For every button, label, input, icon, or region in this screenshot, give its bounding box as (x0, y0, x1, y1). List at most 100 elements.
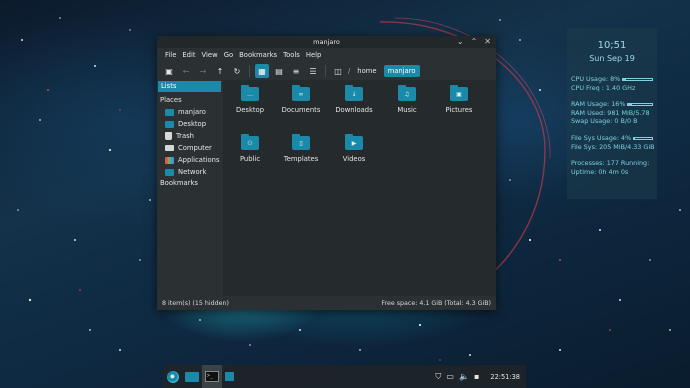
sidebar-item-label: Desktop (178, 120, 207, 128)
folder-item-videos[interactable]: ▶ Videos (327, 134, 381, 163)
places-heading: Places (160, 96, 182, 104)
folder-item-downloads[interactable]: ↓ Downloads (327, 85, 381, 114)
file-manager-window: manjaro ⌄ ⌃ ✕ File Edit View Go Bookmark… (157, 36, 496, 310)
file-manager-launcher[interactable] (182, 365, 202, 388)
compact-view-icon[interactable]: ≡ (289, 64, 303, 78)
fs-usage-bar-fill (634, 137, 635, 139)
icon-view-icon[interactable]: ▦ (255, 64, 269, 78)
folder-item-desktop[interactable]: … Desktop (223, 85, 277, 114)
back-arrow-icon[interactable]: ← (179, 64, 193, 78)
sidebar: Lists Places manjaro Desktop Trash Compu… (157, 80, 222, 296)
folder-icon (185, 371, 199, 382)
folder-label: Music (397, 106, 417, 114)
root-path-button[interactable]: / (348, 67, 350, 75)
volume-icon[interactable]: 🔈 (459, 372, 469, 381)
free-space-status: Free space: 4.1 GiB (Total: 4.3 GiB) (381, 299, 491, 307)
home-folder-icon (165, 108, 174, 116)
ram-usage-bar (627, 102, 653, 106)
sidebar-item-trash[interactable]: Trash (157, 130, 222, 142)
menu-bookmarks[interactable]: Bookmarks (236, 51, 280, 59)
close-button[interactable]: ✕ (484, 37, 491, 47)
toolbar-separator (249, 65, 250, 77)
folder-item-templates[interactable]: ▯ Templates (274, 134, 328, 163)
notification-icon[interactable]: ▪ (474, 372, 479, 381)
sidebar-item-label: Computer (178, 144, 212, 152)
downloads-folder-icon: ↓ (345, 85, 363, 101)
documents-folder-icon: ∞ (292, 85, 310, 101)
breadcrumb-manjaro[interactable]: manjaro (383, 65, 420, 77)
item-count-status: 8 item(s) (15 hidden) (162, 299, 229, 307)
folder-label: Downloads (335, 106, 373, 114)
sidebar-item-desktop[interactable]: Desktop (157, 118, 222, 130)
folder-label: Documents (281, 106, 321, 114)
shield-icon[interactable]: ⛉ (435, 372, 441, 382)
thumbnail-view-icon[interactable]: ▤ (272, 64, 286, 78)
window-title: manjaro (313, 38, 340, 46)
network-icon (165, 168, 174, 176)
terminal-task-button[interactable]: >_ (202, 365, 222, 388)
window-titlebar[interactable]: manjaro ⌄ ⌃ ✕ (157, 36, 496, 48)
taskbar-clock[interactable]: 22:51:38 (490, 373, 520, 381)
swap-usage-text: Swap Usage: 0 B/0 B (571, 117, 638, 126)
breadcrumb-home[interactable]: home (353, 65, 380, 77)
conky-time: 10;51 (597, 40, 627, 51)
manjaro-logo-icon (167, 370, 179, 383)
window-task-button[interactable] (222, 365, 236, 388)
menu-bar: File Edit View Go Bookmarks Tools Help (157, 48, 496, 62)
sidebar-item-applications[interactable]: Applications (157, 154, 222, 166)
system-tray: ⛉ ▭ 🔈 ▪ 22:51:38 (435, 365, 520, 388)
folder-label: Desktop (235, 106, 265, 114)
window-icon (224, 372, 234, 381)
processes-text: Processes: 177 Running: (571, 159, 650, 168)
sidebar-item-computer[interactable]: Computer (157, 142, 222, 154)
music-folder-icon: ♫ (398, 85, 416, 101)
detailed-list-icon[interactable]: ☰ (306, 64, 320, 78)
uptime-text: Uptime: 0h 4m 0s (571, 167, 629, 176)
computer-icon (165, 145, 174, 151)
up-arrow-icon[interactable]: ↑ (213, 64, 227, 78)
taskbar: >_ ⛉ ▭ 🔈 ▪ 22:51:38 (163, 365, 526, 388)
menu-edit[interactable]: Edit (179, 51, 198, 59)
folder-item-public[interactable]: ⚇ Public (223, 134, 277, 163)
desktop-folder-icon: … (241, 85, 259, 101)
sidebar-item-label: Trash (176, 132, 194, 140)
menu-tools[interactable]: Tools (280, 51, 303, 59)
folder-item-documents[interactable]: ∞ Documents (274, 85, 328, 114)
cpu-freq-text: CPU Freq : 1.40 GHz (571, 83, 636, 92)
trash-icon (165, 132, 172, 140)
menu-file[interactable]: File (162, 51, 179, 59)
conky-date: Sun Sep 19 (589, 54, 635, 63)
sidebar-mode-selector[interactable]: Lists (158, 81, 221, 92)
menu-help[interactable]: Help (303, 51, 325, 59)
toolbar-separator (325, 65, 326, 77)
folder-item-music[interactable]: ♫ Music (380, 85, 434, 114)
reload-icon[interactable]: ↻ (230, 64, 244, 78)
toolbar: ▣ ← → ↑ ↻ ▦ ▤ ≡ ☰ ◫ / home manjaro (157, 62, 496, 80)
path-bar-toggle-icon[interactable]: ◫ (331, 64, 345, 78)
fs-usage-text: File Sys Usage: 4% (571, 133, 632, 142)
application-menu-button[interactable] (164, 365, 182, 388)
sidebar-item-label: Applications (178, 156, 220, 164)
minimize-button[interactable]: ⌄ (457, 37, 464, 47)
sidebar-item-label: manjaro (178, 108, 206, 116)
public-folder-icon: ⚇ (241, 134, 259, 150)
templates-folder-icon: ▯ (292, 134, 310, 150)
new-tab-icon[interactable]: ▣ (162, 64, 176, 78)
menu-view[interactable]: View (199, 51, 221, 59)
ram-usage-row: RAM Usage: 16% (571, 100, 653, 109)
file-view[interactable]: … Desktop ∞ Documents ↓ Downloads ♫ Musi… (223, 80, 496, 296)
sidebar-item-network[interactable]: Network (157, 166, 222, 178)
bookmarks-heading: Bookmarks (160, 179, 198, 187)
conky-system-monitor: 10;51 Sun Sep 19 CPU Usage: 8% CPU Freq … (567, 28, 657, 199)
cpu-usage-bar (622, 77, 653, 81)
sidebar-item-manjaro[interactable]: manjaro (157, 106, 222, 118)
folder-item-pictures[interactable]: ▣ Pictures (432, 85, 486, 114)
network-status-icon[interactable]: ▭ (446, 372, 454, 381)
fs-usage-row: File Sys Usage: 4% (571, 134, 653, 143)
folder-label: Public (239, 155, 261, 163)
maximize-button[interactable]: ⌃ (471, 37, 478, 47)
menu-go[interactable]: Go (221, 51, 236, 59)
cpu-usage-row: CPU Usage: 8% (571, 75, 653, 84)
folder-label: Templates (283, 155, 319, 163)
forward-arrow-icon[interactable]: → (196, 64, 210, 78)
